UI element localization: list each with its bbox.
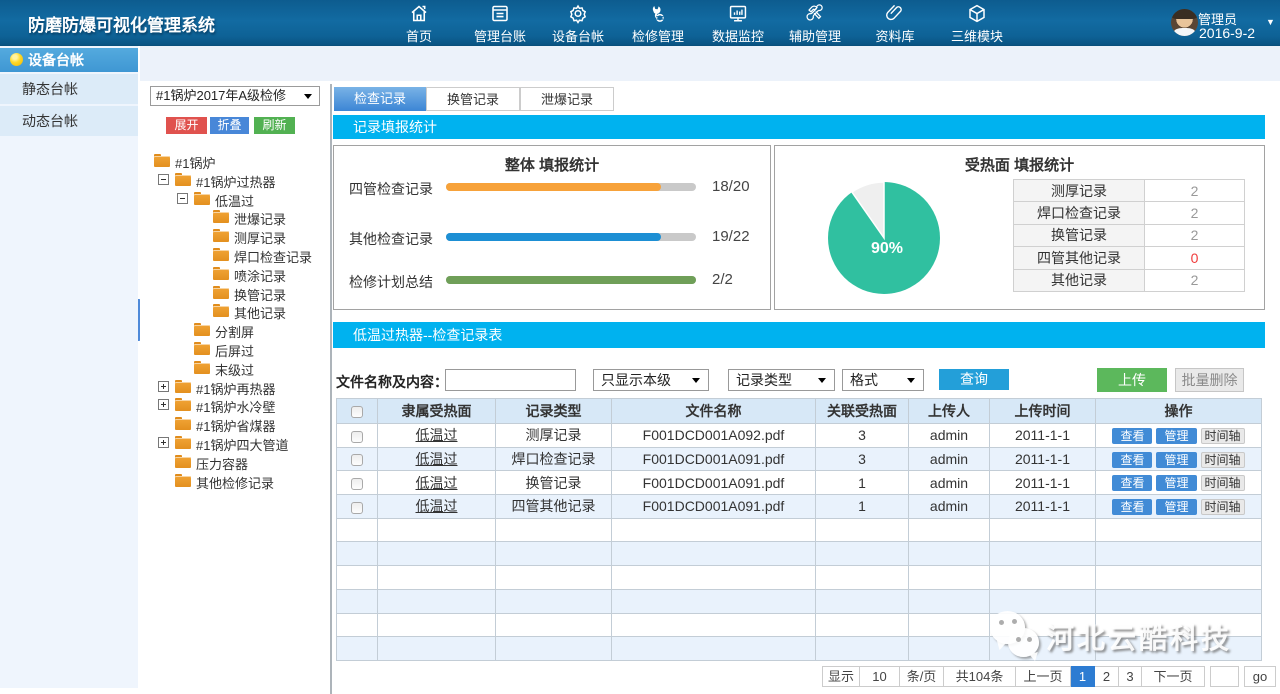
svg-text:90%: 90% [871, 240, 903, 257]
